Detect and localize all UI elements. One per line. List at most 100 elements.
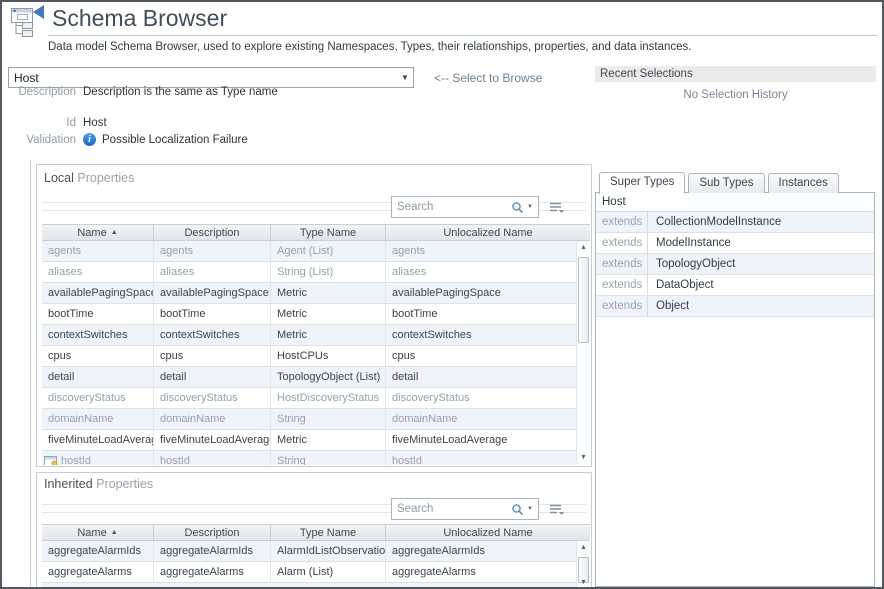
- property-row-cpus[interactable]: cpuscpusHostCPUscpus: [42, 346, 576, 367]
- search-options-caret-icon[interactable]: ▼: [524, 506, 538, 512]
- column-header-name[interactable]: Name▲: [42, 225, 154, 240]
- scroll-down-icon[interactable]: ▼: [577, 576, 590, 589]
- property-row-aliases[interactable]: aliasesaliasesString (List)aliases: [42, 262, 576, 283]
- relation-label: extends: [596, 254, 648, 274]
- cell-name: aggregateAlarmIds: [42, 541, 154, 561]
- cell-description: fiveMinuteLoadAverage: [154, 430, 271, 450]
- cell-type-name: Metric: [271, 283, 386, 303]
- customize-columns-icon[interactable]: [549, 503, 565, 516]
- property-row-detail[interactable]: detaildetailTopologyObject (List)detail: [42, 367, 576, 388]
- search-input[interactable]: [392, 503, 511, 515]
- property-row-fiveminuteloadaverage[interactable]: fiveMinuteLoadAverage fiveMinuteLoadAvera…: [42, 430, 576, 451]
- cell-description: aggregateAlarmIds: [154, 541, 271, 561]
- cell-type-name: String: [271, 451, 386, 465]
- cell-name: aggregateAlarms: [42, 562, 154, 582]
- column-header-unlocalized-name[interactable]: Unlocalized Name: [386, 225, 590, 240]
- super-type-name: TopologyObject: [648, 254, 735, 274]
- cell-description: hostId: [154, 451, 271, 465]
- scroll-down-icon[interactable]: ▼: [577, 451, 590, 465]
- validation-message: Possible Localization Failure: [102, 134, 248, 146]
- inherited-properties-panel: Inherited Properties ▼ Name▲DescriptionT…: [36, 472, 592, 589]
- super-type-name: Object: [648, 296, 689, 316]
- tab-sub-types[interactable]: Sub Types: [688, 173, 764, 193]
- inherited-properties-title: Inherited Properties: [37, 473, 591, 495]
- type-name-header: Host: [596, 193, 874, 212]
- search-icon[interactable]: [511, 201, 524, 214]
- column-header-name[interactable]: Name▲: [42, 525, 154, 540]
- column-header-description[interactable]: Description: [154, 225, 271, 240]
- cell-unlocalized-name: fiveMinuteLoadAverage: [386, 430, 576, 450]
- property-row-availablepagingspace[interactable]: availablePagingSpaceavailablePagingSpace…: [42, 283, 576, 304]
- super-type-row-collectionmodelinstance[interactable]: extendsCollectionModelInstance: [596, 212, 874, 233]
- relation-label: extends: [596, 233, 648, 253]
- sort-ascending-icon: ▲: [111, 229, 118, 236]
- property-row-hostid[interactable]: hostIdhostIdStringhostId: [42, 451, 576, 465]
- property-row-contextswitches[interactable]: contextSwitchescontextSwitchesMetriccont…: [42, 325, 576, 346]
- cell-unlocalized-name: contextSwitches: [386, 325, 576, 345]
- column-header-type-name[interactable]: Type Name: [271, 225, 386, 240]
- customize-columns-icon[interactable]: [549, 201, 565, 214]
- panel-title-primary: Inherited: [44, 477, 93, 491]
- search-box[interactable]: ▼: [391, 498, 539, 520]
- column-header-unlocalized-name[interactable]: Unlocalized Name: [386, 525, 590, 540]
- cell-type-name: Alarm (List): [271, 562, 386, 582]
- id-row: Id Host: [8, 117, 107, 129]
- cell-type-name: Metric: [271, 430, 386, 450]
- cell-type-name: Metric: [271, 325, 386, 345]
- cell-description: contextSwitches: [154, 325, 271, 345]
- title-divider: [48, 35, 878, 36]
- tab-instances[interactable]: Instances: [768, 173, 839, 193]
- id-value: Host: [83, 117, 107, 129]
- panel-divider: [30, 160, 31, 587]
- search-options-caret-icon[interactable]: ▼: [524, 204, 538, 210]
- scroll-up-icon[interactable]: ▲: [577, 541, 590, 555]
- panel-title-primary: Local: [44, 171, 74, 185]
- cell-name: bootTime: [42, 304, 154, 324]
- property-row-domainname[interactable]: domainNamedomainNameStringdomainName: [42, 409, 576, 430]
- page-title: Schema Browser: [52, 5, 227, 32]
- recent-selections-panel: Recent Selections No Selection History: [595, 66, 876, 101]
- id-label: Id: [8, 117, 76, 129]
- cell-name: agents: [42, 241, 154, 261]
- property-row-discoverystatus[interactable]: discoveryStatusdiscoveryStatusHostDiscov…: [42, 388, 576, 409]
- cell-type-name: HostDiscoveryStatus: [271, 388, 386, 408]
- super-type-row-modelinstance[interactable]: extendsModelInstance: [596, 233, 874, 254]
- vertical-scrollbar[interactable]: ▲ ▼: [576, 541, 590, 589]
- cell-description: bootTime: [154, 304, 271, 324]
- super-type-row-dataobject[interactable]: extendsDataObject: [596, 275, 874, 296]
- validation-row: Validation i Possible Localization Failu…: [8, 133, 248, 146]
- cell-name: hostId: [42, 451, 154, 465]
- scrollbar-thumb[interactable]: [578, 257, 589, 343]
- schema-browser-icon: [9, 4, 46, 38]
- cell-type-name: Metric: [271, 304, 386, 324]
- info-icon[interactable]: i: [83, 133, 96, 146]
- type-select[interactable]: Host ▼: [8, 67, 414, 88]
- cell-name: discoveryStatus: [42, 388, 154, 408]
- cell-unlocalized-name: aliases: [386, 262, 576, 282]
- property-row-aggregatealarmids[interactable]: aggregateAlarmIdsaggregateAlarmIdsAlarmI…: [42, 541, 576, 562]
- super-type-row-object[interactable]: extendsObject: [596, 296, 874, 317]
- vertical-scrollbar[interactable]: ▲ ▼: [576, 241, 590, 465]
- cell-type-name: String (List): [271, 262, 386, 282]
- chevron-down-icon[interactable]: ▼: [397, 73, 413, 82]
- panel-title-secondary: Properties: [96, 477, 153, 491]
- cell-description: aliases: [154, 262, 271, 282]
- type-select-value: Host: [9, 71, 397, 85]
- cell-unlocalized-name: aggregateAlarmIds: [386, 541, 576, 561]
- search-icon[interactable]: [511, 503, 524, 516]
- search-input[interactable]: [392, 201, 511, 213]
- sort-ascending-icon: ▲: [111, 529, 118, 536]
- super-type-row-topologyobject[interactable]: extendsTopologyObject: [596, 254, 874, 275]
- cell-unlocalized-name: domainName: [386, 409, 576, 429]
- column-header-type-name[interactable]: Type Name: [271, 525, 386, 540]
- cell-description: availablePagingSpace: [154, 283, 271, 303]
- tab-super-types[interactable]: Super Types: [599, 172, 685, 194]
- search-box[interactable]: ▼: [391, 196, 539, 218]
- column-header-description[interactable]: Description: [154, 525, 271, 540]
- property-row-agents[interactable]: agentsagentsAgent (List)agents: [42, 241, 576, 262]
- cell-unlocalized-name: detail: [386, 367, 576, 387]
- property-row-aggregatealarms[interactable]: aggregateAlarmsaggregateAlarmsAlarm (Lis…: [42, 562, 576, 583]
- property-row-boottime[interactable]: bootTimebootTimeMetricbootTime: [42, 304, 576, 325]
- scroll-up-icon[interactable]: ▲: [577, 241, 590, 255]
- schema-browser-window: Schema Browser Data model Schema Browser…: [0, 0, 884, 589]
